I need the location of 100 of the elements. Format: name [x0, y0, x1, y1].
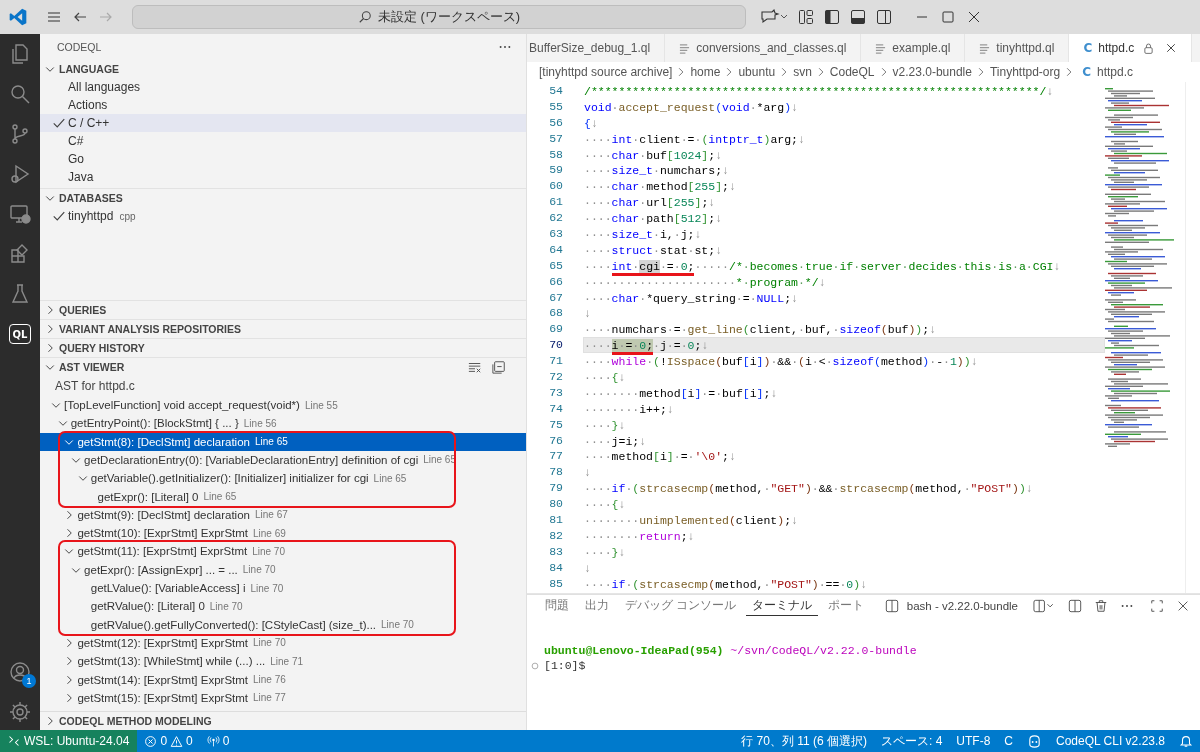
line-number: 54: [548, 83, 564, 99]
c-file-icon: C: [1082, 65, 1091, 79]
tree-item[interactable]: getExpr(): [AssignExpr] ... = ... Line 70: [40, 560, 526, 579]
terminal-name[interactable]: bash - v2.22.0-bundle: [906, 600, 1018, 612]
code-line: ↓: [583, 465, 592, 481]
breadcrumb-item[interactable]: v2.23.0-bundle: [892, 65, 972, 79]
list-item[interactable]: All languages: [40, 78, 526, 96]
tree-item[interactable]: getRValue(): [Literal] 0 Line 70: [40, 597, 526, 616]
code-line: ····{↓: [583, 497, 627, 513]
code-line: void·accept_request(void·*arg)↓: [583, 99, 799, 115]
line-number: 68: [548, 305, 564, 322]
status-item[interactable]: CodeQL CLI v2.23.8: [1049, 734, 1172, 748]
tree-item[interactable]: getEntryPoint(): [BlockStmt] { ... } Line 56: [40, 414, 526, 433]
line-number: 57: [548, 130, 564, 147]
sidebar-title: CODEQL: [57, 41, 102, 53]
tree-item[interactable]: getStmt(9): [DeclStmt] declaration Line 67: [40, 505, 526, 525]
list-item[interactable]: Go: [40, 150, 526, 168]
section-header[interactable]: QUERY HISTORY: [40, 338, 506, 357]
tree-item[interactable]: getStmt(13): [WhileStmt] while (...) ... Line 71: [40, 652, 526, 671]
section-header[interactable]: DATABASES: [40, 189, 506, 207]
code-line: ····int·cgi·=·0;·····/*·becomes·true·if·server·decides·this·is·a·CGI↓: [583, 257, 1105, 274]
code-line: {↓: [583, 115, 599, 131]
panel-tab[interactable]: 問題: [539, 596, 575, 616]
line-number: 72: [548, 369, 564, 385]
line-number: 65: [548, 257, 564, 274]
line-number: 61: [548, 194, 564, 211]
section-header[interactable]: QUERIES: [40, 300, 506, 319]
notification-badge: 1: [22, 674, 36, 688]
tree-item[interactable]: [TopLevelFunction] void accept_request(void*) Line 55: [40, 395, 526, 415]
code-line: ↓: [583, 560, 592, 576]
section-header[interactable]: LANGUAGE: [40, 60, 506, 78]
breadcrumb-item[interactable]: home: [690, 65, 721, 79]
section-header[interactable]: CODEQL METHOD MODELING: [40, 712, 506, 730]
editor-tab[interactable]: C httpd.c: [1069, 34, 1193, 62]
status-item[interactable]: 行 70、列 11 (6 個選択): [734, 732, 874, 750]
code-line: ········unimplemented(client);↓: [583, 513, 799, 528]
code-line: ········method[i]·=·buf[i];↓: [583, 385, 779, 401]
ports-status[interactable]: 0: [199, 734, 237, 748]
code-line: ↓: [583, 306, 592, 322]
section-header[interactable]: VARIANT ANALYSIS REPOSITORIES: [40, 319, 506, 338]
terminal-line: [1:0]$: [544, 659, 586, 672]
status-item[interactable]: スペース: 4: [874, 732, 950, 750]
code-line: ····char·url[255];↓: [583, 195, 717, 211]
line-number: 59: [548, 162, 564, 179]
panel-tab[interactable]: デバッグ コンソール: [619, 596, 743, 616]
status-item[interactable]: C: [997, 734, 1021, 748]
status-item[interactable]: UTF-8: [949, 734, 998, 748]
tree-item[interactable]: getVariable().getInitializer(): [Initializer] initializer for cgi Line 65: [40, 469, 526, 488]
breadcrumb-item[interactable]: Tinyhttpd-org: [989, 65, 1061, 79]
code-line: ····if·(strcasecmp(method,·"GET")·&&·strcasecmp(method,·"POST"))↓: [583, 481, 1034, 497]
search-field[interactable]: 未設定 (ワークスペース): [132, 5, 746, 29]
panel-tab[interactable]: ターミナル: [746, 596, 819, 616]
remote-indicator[interactable]: WSL: Ubuntu-24.04: [0, 730, 138, 752]
line-number: 79: [548, 480, 564, 497]
breadcrumb-item[interactable]: CodeQL: [829, 65, 875, 79]
list-item[interactable]: Actions: [40, 96, 526, 114]
breadcrumb-item[interactable]: [tinyhttpd source archive]: [539, 65, 673, 79]
code-line: ····if·(strcasecmp(method,·"POST")·==·0)↓: [583, 576, 869, 592]
line-number: 81: [548, 512, 564, 528]
breadcrumb-item[interactable]: ubuntu: [738, 65, 776, 79]
tree-item[interactable]: getRValue().getFullyConverted(): [CStyleCast] (size_t)... Line 70: [40, 615, 526, 634]
breadcrumb-item[interactable]: httpd.c: [1097, 65, 1134, 79]
line-number: 84: [548, 559, 564, 576]
line-number: 77: [548, 448, 564, 465]
line-number: 62: [548, 210, 564, 226]
breadcrumb-item[interactable]: svn: [793, 65, 812, 79]
code-line: ····numchars·=·get_line(client,·buf,·sizeof(buf));↓: [583, 322, 938, 338]
list-item[interactable]: C#: [40, 132, 526, 150]
tree-item[interactable]: getStmt(8): [DeclStmt] declaration Line 65: [40, 432, 526, 451]
line-number: 64: [548, 241, 564, 258]
code-line: ········return;↓: [583, 528, 696, 544]
code-line: ······················*·program·*/↓: [583, 274, 827, 290]
code-line: ····j=i;↓: [583, 433, 648, 449]
tree-item[interactable]: getExpr(): [Literal] 0 Line 65: [40, 487, 526, 506]
editor-tab[interactable]: conversions_and_classes.ql: [665, 34, 862, 62]
list-item[interactable]: tinyhttpd cpp: [40, 207, 526, 225]
line-number: 74: [548, 400, 564, 417]
editor-tab[interactable]: example.ql: [861, 34, 966, 62]
tree-item[interactable]: getStmt(11): [ExprStmt] ExprStmt Line 70: [40, 542, 526, 561]
line-number: 70: [548, 337, 564, 354]
problems-status[interactable]: 0 0: [137, 734, 200, 748]
list-item[interactable]: Java: [40, 168, 526, 186]
code-line: ····char·path[512];↓: [583, 211, 724, 226]
panel-tab[interactable]: 出力: [579, 596, 615, 616]
code-line: ········i++;↓: [583, 401, 675, 417]
line-number: 60: [548, 178, 564, 195]
line-number: 67: [548, 289, 564, 306]
line-number: 58: [548, 146, 564, 163]
tree-item[interactable]: getStmt(12): [ExprStmt] ExprStmt Line 70: [40, 633, 526, 653]
editor-tab[interactable]: BufferSize_debug_1.ql: [527, 34, 666, 62]
tree-item[interactable]: getStmt(10): [ExprStmt] ExprStmt Line 69: [40, 524, 526, 543]
list-item[interactable]: C / C++: [40, 114, 526, 132]
line-number: 82: [548, 527, 564, 544]
tree-item[interactable]: getStmt(15): [ExprStmt] ExprStmt Line 77: [40, 688, 526, 707]
codeql-tab[interactable]: QL: [9, 324, 31, 344]
tree-item[interactable]: getStmt(14): [ExprStmt] ExprStmt Line 76: [40, 670, 526, 689]
line-number: 83: [548, 543, 564, 560]
panel-tab[interactable]: ポート: [822, 596, 871, 616]
tree-item[interactable]: getLValue(): [VariableAccess] i Line 70: [40, 578, 526, 598]
section-header[interactable]: AST VIEWER: [40, 357, 458, 376]
